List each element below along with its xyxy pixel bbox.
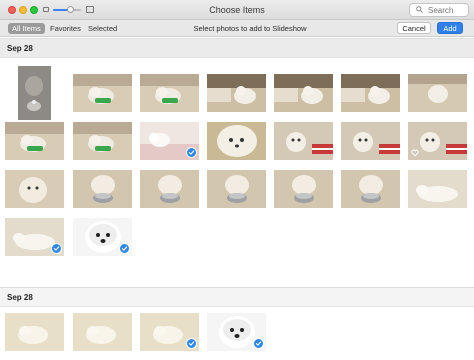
photo-thumbnail[interactable] <box>73 218 132 256</box>
photo-thumbnail[interactable] <box>140 313 199 351</box>
photo-thumbnail[interactable] <box>18 66 51 120</box>
photo-thumbnail[interactable] <box>408 170 467 208</box>
favorite-heart-icon[interactable] <box>411 149 419 157</box>
photo-thumbnail[interactable] <box>73 313 132 351</box>
selected-check-icon <box>186 338 197 349</box>
photo-thumbnail[interactable] <box>73 74 132 112</box>
search-icon <box>416 6 423 13</box>
photo-thumbnail[interactable] <box>274 74 333 112</box>
photo-thumbnail[interactable] <box>341 170 400 208</box>
title-bar: Choose Items <box>0 0 474 20</box>
section-header: Sep 28 <box>0 287 474 307</box>
photo-thumbnail[interactable] <box>73 170 132 208</box>
photo-thumbnail[interactable] <box>5 218 64 256</box>
photo-thumbnail[interactable] <box>408 122 467 160</box>
selected-check-icon <box>51 243 62 254</box>
photo-thumbnail[interactable] <box>341 122 400 160</box>
toolbar: All Items Favorites Selected Select phot… <box>0 20 474 37</box>
photo-thumbnail[interactable] <box>274 170 333 208</box>
photo-thumbnail[interactable] <box>408 74 467 112</box>
section-date: Sep 28 <box>7 44 33 53</box>
photo-thumbnail[interactable] <box>207 170 266 208</box>
selected-check-icon <box>186 147 197 158</box>
photo-thumbnail[interactable] <box>140 170 199 208</box>
tab-favorites[interactable]: Favorites <box>46 23 85 34</box>
photo-thumbnail[interactable] <box>5 122 64 160</box>
search-field[interactable] <box>409 3 469 17</box>
section-date: Sep 28 <box>7 293 33 302</box>
add-button[interactable]: Add <box>437 22 463 34</box>
photo-thumbnail[interactable] <box>341 74 400 112</box>
search-input[interactable] <box>428 5 466 16</box>
photo-thumbnail[interactable] <box>73 122 132 160</box>
window-title: Choose Items <box>209 5 265 15</box>
photo-thumbnail[interactable] <box>207 122 266 160</box>
cancel-button[interactable]: Cancel <box>397 22 431 34</box>
tab-all-items[interactable]: All Items <box>8 23 45 34</box>
instruction-text: Select photos to add to Slideshow <box>193 24 307 33</box>
section-header: Sep 28 <box>0 38 474 58</box>
photo-thumbnail[interactable] <box>5 313 64 351</box>
selected-check-icon <box>253 338 264 349</box>
photo-thumbnail[interactable] <box>140 122 199 160</box>
photo-thumbnail[interactable] <box>274 122 333 160</box>
photo-thumbnail[interactable] <box>140 74 199 112</box>
selected-check-icon <box>119 243 130 254</box>
tab-selected[interactable]: Selected <box>84 23 121 34</box>
photo-thumbnail[interactable] <box>5 170 64 208</box>
photo-thumbnail[interactable] <box>207 313 266 351</box>
photo-thumbnail[interactable] <box>207 74 266 112</box>
